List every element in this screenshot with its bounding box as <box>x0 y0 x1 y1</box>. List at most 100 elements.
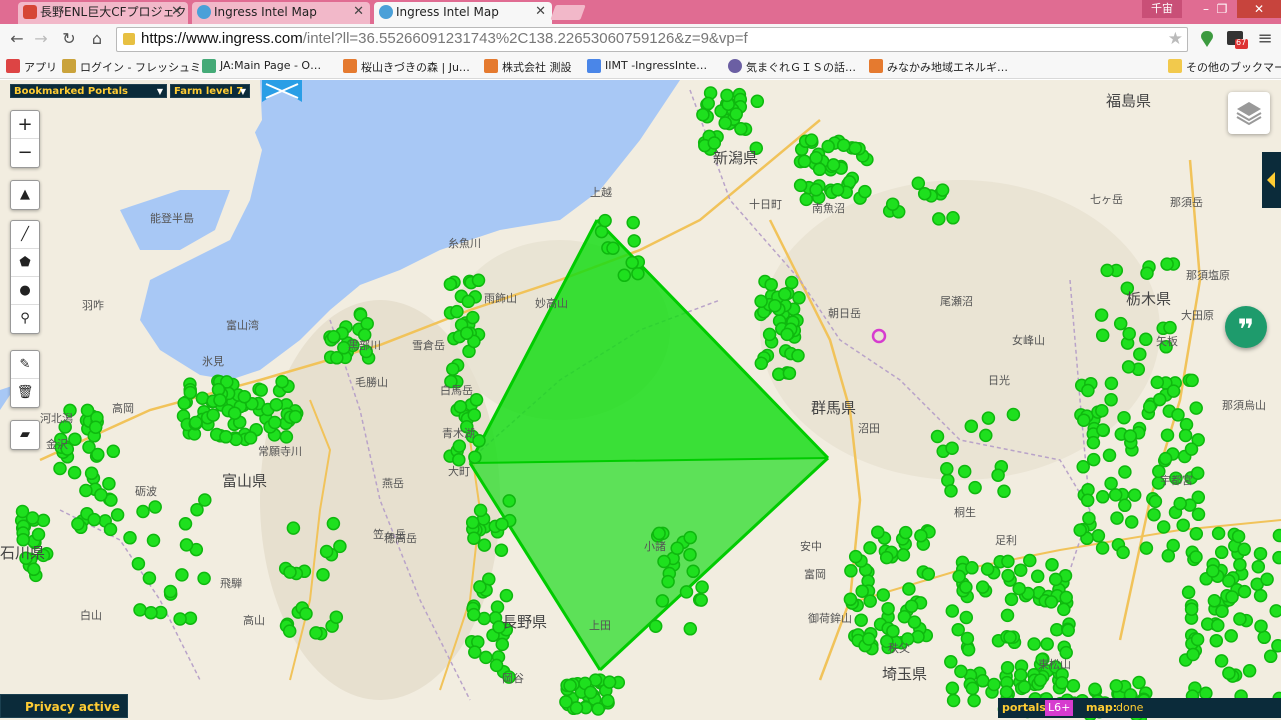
portal-marker[interactable] <box>960 631 975 646</box>
tab-intel-map-1[interactable]: Ingress Intel Map ✕ <box>192 2 370 24</box>
portal-marker[interactable] <box>999 685 1014 699</box>
portal-marker[interactable] <box>626 215 640 230</box>
portal-marker[interactable] <box>1211 618 1225 633</box>
portal-marker[interactable] <box>1257 630 1271 645</box>
portal-marker[interactable] <box>1156 520 1171 534</box>
portal-marker[interactable] <box>764 277 778 292</box>
portal-marker[interactable] <box>450 304 464 319</box>
portal-marker[interactable] <box>961 642 976 657</box>
portal-marker[interactable] <box>683 622 698 636</box>
portal-marker[interactable] <box>1059 590 1073 605</box>
portal-marker[interactable] <box>1185 373 1199 388</box>
portal-marker[interactable] <box>1253 546 1268 561</box>
portal-marker[interactable] <box>1163 320 1177 335</box>
portal-marker[interactable] <box>762 327 777 342</box>
portal-marker[interactable] <box>987 677 1001 692</box>
portal-marker[interactable] <box>1224 629 1238 643</box>
portal-marker[interactable] <box>473 580 487 594</box>
portal-marker[interactable] <box>110 508 125 522</box>
portal-marker[interactable] <box>1214 654 1229 668</box>
portal-marker[interactable] <box>1082 511 1096 526</box>
portal-marker[interactable] <box>1254 619 1268 633</box>
portal-marker[interactable] <box>655 594 670 608</box>
portal-marker[interactable] <box>1033 673 1048 687</box>
sidebar-toggle[interactable] <box>1262 152 1281 208</box>
portal-marker[interactable] <box>1110 511 1124 525</box>
bookmark-gis[interactable]: 気まぐれＧＩＳの話… <box>728 59 856 75</box>
portal-marker[interactable] <box>1113 316 1128 331</box>
portal-marker[interactable] <box>945 441 959 455</box>
portal-marker[interactable] <box>453 399 468 414</box>
bookmark-sakurayama[interactable]: 桜山きづきの森 | Ju… <box>343 59 470 75</box>
portal-marker[interactable] <box>1269 604 1281 618</box>
portal-marker[interactable] <box>1096 423 1110 437</box>
portal-marker[interactable] <box>268 415 282 430</box>
portal-marker[interactable] <box>1184 442 1199 456</box>
portal-marker[interactable] <box>1077 413 1091 427</box>
portal-marker[interactable] <box>855 584 869 598</box>
comm-chat-button[interactable]: ❞ <box>1225 306 1267 348</box>
zoom-out-button[interactable]: − <box>11 139 39 167</box>
extension-icon[interactable]: 67 <box>1226 29 1248 49</box>
portal-marker[interactable] <box>1237 542 1251 557</box>
portal-marker[interactable] <box>780 327 794 342</box>
portal-marker[interactable] <box>876 588 891 602</box>
bookmark-login[interactable]: ログイン - フレッシュミ… <box>62 59 212 75</box>
portal-marker[interactable] <box>1132 675 1146 690</box>
portal-marker[interactable] <box>944 484 958 498</box>
portal-marker[interactable] <box>729 107 743 121</box>
portal-marker[interactable] <box>569 701 584 715</box>
portal-marker[interactable] <box>862 632 876 646</box>
portal-marker[interactable] <box>1176 518 1190 532</box>
portal-marker[interactable] <box>1048 572 1063 587</box>
portal-marker[interactable] <box>197 571 211 586</box>
portal-marker[interactable] <box>1080 493 1095 508</box>
portal-marker[interactable] <box>1000 608 1015 623</box>
portal-marker[interactable] <box>282 624 297 638</box>
portal-marker[interactable] <box>106 444 121 459</box>
portal-marker[interactable] <box>27 562 41 577</box>
portal-marker[interactable] <box>473 503 488 518</box>
portal-marker[interactable] <box>1095 490 1110 504</box>
portal-marker[interactable] <box>175 568 189 582</box>
portal-marker[interactable] <box>1272 550 1281 565</box>
portal-marker[interactable] <box>602 675 617 689</box>
location-pin-icon[interactable] <box>1197 29 1217 49</box>
portal-marker[interactable] <box>1215 604 1229 618</box>
portal-marker[interactable] <box>1160 257 1174 271</box>
close-icon[interactable]: ✕ <box>535 2 546 22</box>
portal-marker[interactable] <box>1233 557 1247 572</box>
portal-marker[interactable] <box>734 122 748 136</box>
portal-marker[interactable] <box>1104 376 1119 391</box>
portal-marker[interactable] <box>1091 529 1106 543</box>
portal-marker[interactable] <box>461 294 476 309</box>
portal-marker[interactable] <box>1186 647 1200 662</box>
new-tab-button[interactable] <box>550 5 586 20</box>
portal-marker[interactable] <box>1271 639 1281 653</box>
portal-marker[interactable] <box>102 476 116 491</box>
portal-marker[interactable] <box>797 154 812 169</box>
draw-line-icon[interactable]: ╱ <box>11 221 39 249</box>
portal-marker[interactable] <box>848 141 863 155</box>
portal-marker[interactable] <box>495 637 510 652</box>
portal-marker[interactable] <box>227 406 242 420</box>
folder-open-icon[interactable]: ▰ <box>11 421 39 449</box>
portal-marker[interactable] <box>446 362 460 376</box>
portal-marker[interactable] <box>696 107 710 122</box>
portal-marker[interactable] <box>25 511 40 525</box>
portal-marker[interactable] <box>1081 383 1095 398</box>
portal-marker[interactable] <box>1095 328 1110 343</box>
portal-marker[interactable] <box>1004 592 1019 607</box>
portal-marker[interactable] <box>1057 602 1071 617</box>
portal-marker[interactable] <box>53 461 67 476</box>
portal-marker[interactable] <box>1017 680 1032 694</box>
portal-marker[interactable] <box>858 184 872 199</box>
portal-marker[interactable] <box>283 565 297 579</box>
portal-marker[interactable] <box>911 176 926 191</box>
portal-marker[interactable] <box>495 517 509 531</box>
portal-marker[interactable] <box>863 541 877 555</box>
portal-marker[interactable] <box>863 594 877 608</box>
portal-marker[interactable] <box>288 409 303 424</box>
portal-marker[interactable] <box>1013 668 1028 682</box>
portal-marker[interactable] <box>935 183 950 197</box>
